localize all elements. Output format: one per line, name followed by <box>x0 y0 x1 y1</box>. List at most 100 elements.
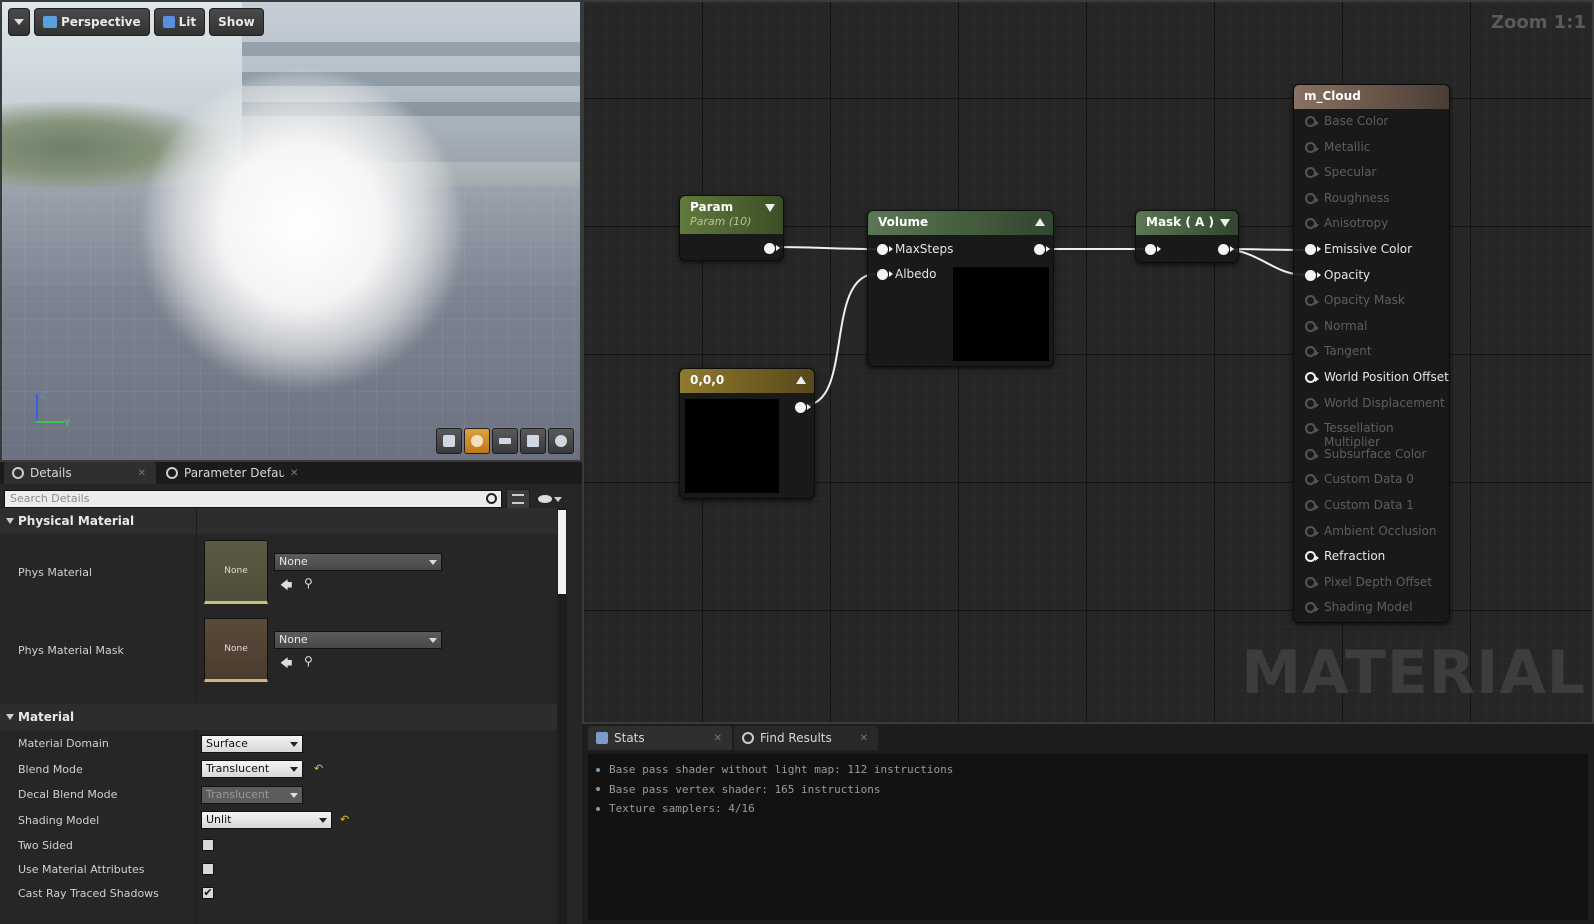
collapse-arrow-icon[interactable] <box>1220 219 1230 227</box>
node-result-pin[interactable] <box>1305 372 1319 383</box>
blend-mode-value: Translucent <box>206 762 270 775</box>
node-result-pin[interactable] <box>1305 551 1319 563</box>
use-selected-arrow-icon[interactable]: 🡄 <box>280 576 292 597</box>
node-volume-output-pin[interactable] <box>1034 244 1050 255</box>
node-result-pin[interactable] <box>1305 474 1319 486</box>
two-sided-checkbox[interactable] <box>202 839 214 851</box>
node-result-pin[interactable] <box>1305 295 1319 307</box>
node-volume-maxsteps-pin[interactable] <box>877 244 893 255</box>
tab-details[interactable]: Details ✕ <box>4 462 156 484</box>
node-result-pin[interactable] <box>1305 269 1321 281</box>
reset-to-default-icon[interactable]: ↶ <box>314 762 323 775</box>
tab-parameter-defaults-label: Parameter Defaults <box>184 466 284 480</box>
search-input[interactable]: Search Details <box>4 490 502 508</box>
lit-button[interactable]: Lit <box>153 8 206 36</box>
tab-parameter-defaults[interactable]: Parameter Defaults ✕ <box>158 462 309 484</box>
node-result-pin[interactable] <box>1305 244 1321 255</box>
collapse-arrow-icon[interactable] <box>796 376 806 384</box>
browse-search-icon[interactable]: ⚲ <box>304 576 313 590</box>
node-constant-preview <box>685 399 779 493</box>
node-param[interactable]: Param Param (10) <box>679 195 784 261</box>
collapse-arrow-icon[interactable] <box>1035 218 1045 226</box>
blend-mode-combo[interactable]: Translucent <box>201 760 303 778</box>
node-result-pin[interactable] <box>1305 576 1319 588</box>
node-material-result[interactable]: m_Cloud Base Color Metallic Specular Roughn… <box>1293 84 1450 623</box>
phys-material-combo[interactable]: None <box>274 553 442 571</box>
material-preview-viewport[interactable]: Perspective Lit Show Z Y <box>0 0 582 462</box>
viewport-options-button[interactable] <box>8 8 30 36</box>
cylinder-preview-button[interactable] <box>436 428 462 454</box>
cast-ray-traced-shadows-checkbox[interactable]: ✔ <box>202 887 214 899</box>
node-volume-albedo-pin[interactable] <box>877 269 893 280</box>
blend-mode-label: Blend Mode <box>18 763 83 776</box>
node-result-pin[interactable] <box>1305 218 1319 230</box>
node-result-pin[interactable] <box>1305 320 1319 332</box>
node-result-pin[interactable] <box>1305 192 1319 204</box>
node-volume[interactable]: Volume MaxSteps Albedo <box>867 210 1054 367</box>
node-result-pin[interactable] <box>1305 141 1319 153</box>
node-result-pin[interactable] <box>1305 346 1319 358</box>
use-material-attributes-checkbox[interactable] <box>202 863 214 875</box>
phys-material-mask-thumbnail[interactable]: None <box>204 618 268 682</box>
material-graph-canvas[interactable]: Zoom 1:1 MATERIAL Param Param (10) 0,0,0… <box>582 0 1594 724</box>
node-result-header[interactable]: m_Cloud <box>1294 85 1449 109</box>
material-domain-combo[interactable]: Surface <box>201 735 303 753</box>
node-mask-input-pin[interactable] <box>1145 244 1161 255</box>
column-divider[interactable] <box>196 730 197 924</box>
node-result-pin[interactable] <box>1305 116 1319 127</box>
node-result-pin[interactable] <box>1305 525 1319 537</box>
teapot-preview-button[interactable] <box>548 428 574 454</box>
show-button[interactable]: Show <box>209 8 264 36</box>
close-icon[interactable]: ✕ <box>714 733 722 744</box>
node-mask-header[interactable]: Mask ( A ) <box>1136 211 1238 235</box>
plane-preview-button[interactable] <box>492 428 518 454</box>
node-param-output-pin[interactable] <box>764 243 780 254</box>
decal-blend-mode-combo[interactable]: Translucent <box>201 786 303 804</box>
sphere-preview-button[interactable] <box>464 428 490 454</box>
browse-search-icon[interactable]: ⚲ <box>304 654 313 668</box>
node-result-pin[interactable] <box>1305 448 1319 460</box>
reset-to-default-icon[interactable]: ↶ <box>340 813 349 826</box>
section-material[interactable]: Material <box>0 704 566 730</box>
info-icon <box>12 467 24 479</box>
node-result-pin[interactable] <box>1305 602 1319 614</box>
node-result-pin[interactable] <box>1305 423 1319 435</box>
node-volume-header[interactable]: Volume <box>868 211 1053 235</box>
node-constant3vector[interactable]: 0,0,0 <box>679 368 815 499</box>
node-result-pin[interactable] <box>1305 397 1319 409</box>
phys-material-thumbnail[interactable]: None <box>204 540 268 604</box>
node-result-pin[interactable] <box>1305 500 1319 511</box>
use-selected-arrow-icon[interactable]: 🡄 <box>280 654 292 675</box>
node-result-pin-label: Refraction <box>1324 549 1386 564</box>
chevron-down-icon <box>290 742 298 747</box>
close-icon[interactable]: ✕ <box>290 468 298 479</box>
node-mask[interactable]: Mask ( A ) <box>1135 210 1239 263</box>
node-param-header[interactable]: Param Param (10) <box>680 196 783 234</box>
node-mask-output-pin[interactable] <box>1218 244 1234 255</box>
property-matrix-button[interactable] <box>506 489 530 509</box>
section-physical-material[interactable]: Physical Material <box>0 508 566 534</box>
column-divider[interactable] <box>196 508 197 702</box>
close-icon[interactable]: ✕ <box>138 468 146 479</box>
details-scrollbar[interactable] <box>557 508 567 924</box>
perspective-button[interactable]: Perspective <box>34 8 150 36</box>
cast-ray-traced-shadows-label: Cast Ray Traced Shadows <box>18 887 159 900</box>
scrollbar-thumb[interactable] <box>558 510 566 594</box>
phys-material-mask-combo[interactable]: None <box>274 631 442 649</box>
tab-stats[interactable]: Stats ✕ <box>588 726 732 750</box>
tab-details-label: Details <box>30 466 72 480</box>
tab-find-results[interactable]: Find Results ✕ <box>734 726 878 750</box>
stats-line: Texture samplers: 4/16 <box>596 799 1588 819</box>
chevron-down-icon <box>429 638 437 643</box>
close-icon[interactable]: ✕ <box>860 733 868 744</box>
node-result-pin[interactable] <box>1305 167 1319 179</box>
node-constant-header[interactable]: 0,0,0 <box>680 369 814 393</box>
details-tab-bar: Details ✕ Parameter Defaults ✕ <box>0 462 582 484</box>
view-options-button[interactable] <box>534 489 566 509</box>
collapse-arrow-icon[interactable] <box>765 204 775 212</box>
material-watermark: MATERIAL <box>1241 638 1586 708</box>
node-constant-output-pin[interactable] <box>795 402 811 413</box>
node-result-pin-label: Opacity <box>1324 267 1371 282</box>
cube-preview-button[interactable] <box>520 428 546 454</box>
shading-model-combo[interactable]: Unlit <box>201 811 332 829</box>
